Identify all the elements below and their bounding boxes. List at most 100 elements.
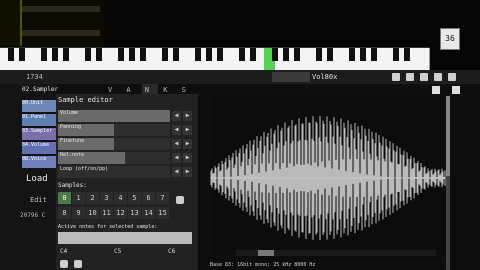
param-slider[interactable]: Panning <box>58 124 170 136</box>
sample-slot[interactable]: 0 <box>58 192 71 204</box>
black-key[interactable] <box>327 48 333 61</box>
settings-icon[interactable] <box>434 73 442 81</box>
sample-slot[interactable]: 7 <box>156 192 169 204</box>
black-key[interactable] <box>41 48 47 61</box>
piano-keyboard[interactable] <box>0 47 430 71</box>
instrument-item[interactable]: 03.Sampler <box>22 128 56 140</box>
wand-icon[interactable] <box>452 86 460 94</box>
menu-icon[interactable] <box>448 73 456 81</box>
param-label: Loop (off/on/pp) <box>60 166 109 172</box>
sample-slot[interactable]: 14 <box>142 207 155 219</box>
pencil-icon[interactable] <box>176 196 184 204</box>
instrument-item[interactable]: 08.Voice <box>22 156 56 168</box>
play-icon[interactable] <box>392 73 400 81</box>
black-key[interactable] <box>162 48 168 61</box>
black-key[interactable] <box>283 48 289 61</box>
black-key[interactable] <box>173 48 179 61</box>
decrease-button[interactable]: ◀ <box>172 111 181 121</box>
sample-slot[interactable]: 13 <box>128 207 141 219</box>
active-notes-keyboard[interactable] <box>58 232 192 244</box>
param-slider[interactable]: Loop (off/on/pp) <box>58 166 170 178</box>
increase-button[interactable]: ▶ <box>183 125 192 135</box>
param-label: Rel.note <box>60 152 85 158</box>
edit-button[interactable]: Edit <box>30 196 47 204</box>
sample-slot[interactable]: 8 <box>58 207 71 219</box>
sample-slot[interactable]: 4 <box>114 192 127 204</box>
calendar-icon[interactable]: 36 <box>440 28 460 50</box>
black-key[interactable] <box>85 48 91 61</box>
black-key[interactable] <box>239 48 245 61</box>
sample-slot[interactable]: 2 <box>86 192 99 204</box>
increase-button[interactable]: ▶ <box>183 153 192 163</box>
note-label: C6 <box>168 248 176 255</box>
black-key[interactable] <box>250 48 256 61</box>
black-key[interactable] <box>118 48 124 61</box>
instrument-label: 08.Voice <box>22 156 47 162</box>
status-bar: 1734 Vol80x <box>0 70 480 84</box>
instrument-item[interactable]: 00.Unit <box>22 100 56 112</box>
sample-size-label: 20796 C <box>20 212 46 219</box>
black-key[interactable] <box>272 48 278 61</box>
black-key[interactable] <box>217 48 223 61</box>
black-key[interactable] <box>96 48 102 61</box>
note-label: C4 <box>60 248 68 255</box>
param-label: Panning <box>60 124 82 130</box>
black-key[interactable] <box>294 48 300 61</box>
sample-slot[interactable]: 10 <box>86 207 99 219</box>
brush-icon[interactable] <box>60 260 68 268</box>
param-label: Volume <box>60 110 79 116</box>
pen-icon[interactable] <box>432 86 440 94</box>
black-key[interactable] <box>140 48 146 61</box>
increase-button[interactable]: ▶ <box>183 167 192 177</box>
black-key[interactable] <box>360 48 366 61</box>
pattern-editor[interactable] <box>22 0 104 46</box>
instrument-item[interactable]: 04.Volume <box>22 142 56 154</box>
black-key[interactable] <box>316 48 322 61</box>
mode-letters[interactable]: V A N K S <box>108 86 191 94</box>
black-key[interactable] <box>63 48 69 61</box>
waveform-scroll-thumb[interactable] <box>258 250 274 256</box>
black-key[interactable] <box>371 48 377 61</box>
sample-slot[interactable]: 1 <box>72 192 85 204</box>
sample-slot[interactable]: 11 <box>100 207 113 219</box>
sample-slot[interactable]: 9 <box>72 207 85 219</box>
decrease-button[interactable]: ◀ <box>172 125 181 135</box>
lock-icon[interactable] <box>74 260 82 268</box>
instrument-name: 02.Sampler <box>22 86 59 93</box>
black-key[interactable] <box>404 48 410 61</box>
black-key[interactable] <box>393 48 399 61</box>
param-slider[interactable]: Finetune <box>58 138 170 150</box>
black-key[interactable] <box>52 48 58 61</box>
black-key[interactable] <box>195 48 201 61</box>
stop-icon[interactable] <box>406 73 414 81</box>
load-button[interactable]: Load <box>26 174 54 188</box>
sample-slot[interactable]: 5 <box>128 192 141 204</box>
increase-button[interactable]: ▶ <box>183 111 192 121</box>
sample-slot[interactable]: 12 <box>114 207 127 219</box>
waveform-graph <box>210 116 446 240</box>
sample-slot[interactable]: 15 <box>156 207 169 219</box>
black-key[interactable] <box>19 48 25 61</box>
sample-slot[interactable]: 6 <box>142 192 155 204</box>
param-slider[interactable]: Rel.note <box>58 152 170 164</box>
black-key[interactable] <box>349 48 355 61</box>
black-key[interactable] <box>206 48 212 61</box>
increase-button[interactable]: ▶ <box>183 139 192 149</box>
decrease-button[interactable]: ◀ <box>172 167 181 177</box>
white-key[interactable] <box>418 48 430 70</box>
position-counter: 1734 <box>26 73 43 81</box>
param-slider[interactable]: Volume <box>58 110 170 122</box>
waveform-view[interactable] <box>210 96 446 260</box>
note-label: C5 <box>114 248 122 255</box>
param-label: Finetune <box>60 138 85 144</box>
sample-slot[interactable]: 3 <box>100 192 113 204</box>
black-key[interactable] <box>129 48 135 61</box>
black-key[interactable] <box>8 48 14 61</box>
sample-editor-title: Sample editor <box>58 96 113 104</box>
instrument-item[interactable]: 01.Panel <box>22 114 56 126</box>
decrease-button[interactable]: ◀ <box>172 153 181 163</box>
vertical-scroll-thumb[interactable] <box>446 96 450 176</box>
record-icon[interactable] <box>420 73 428 81</box>
decrease-button[interactable]: ◀ <box>172 139 181 149</box>
instrument-label: 00.Unit <box>22 100 44 106</box>
